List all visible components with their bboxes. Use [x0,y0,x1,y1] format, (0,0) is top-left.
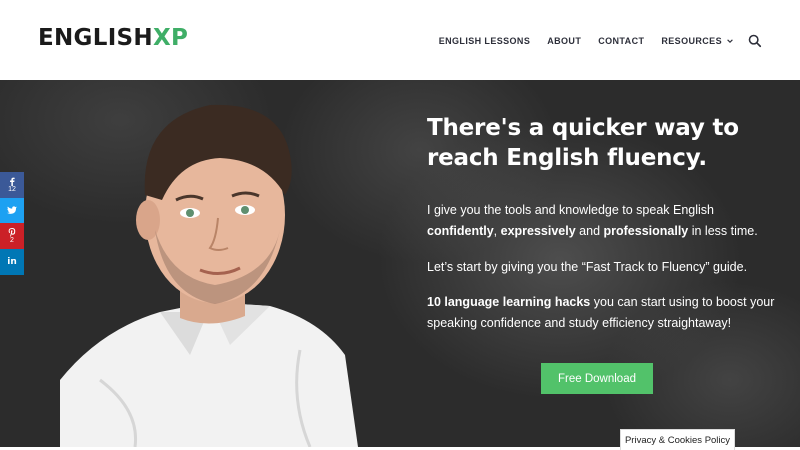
nav-resources-label: RESOURCES [661,36,722,46]
hero-intro-text: I give you the tools and knowledge to sp… [427,200,777,242]
logo-text-english: ENGLISH [38,25,153,51]
privacy-cookies-policy-tab[interactable]: Privacy & Cookies Policy [620,429,735,450]
intro-text-e: and [575,224,604,238]
site-header: ENGLISHXP ENGLISH LESSONS ABOUT CONTACT … [0,0,800,80]
site-logo[interactable]: ENGLISHXP [38,25,188,51]
hacks-bold: 10 language learning hacks [427,295,591,309]
social-share-bar: 12 2 in [0,172,24,275]
search-icon[interactable] [748,34,762,48]
portrait-photo [60,104,358,447]
main-nav: ENGLISH LESSONS ABOUT CONTACT RESOURCES [422,34,762,48]
nav-resources[interactable]: RESOURCES [661,36,734,46]
facebook-share-count: 12 [8,185,16,193]
chevron-down-icon [727,39,733,43]
facebook-share-button[interactable]: 12 [0,172,24,198]
intro-expressively: expressively [500,224,576,238]
free-download-button[interactable]: Free Download [541,363,653,394]
pinterest-icon [8,227,16,237]
nav-about[interactable]: ABOUT [547,36,581,46]
intro-text-a: I give you the tools and knowledge to sp… [427,203,714,217]
hero-headline: There's a quicker way to reach English f… [427,115,739,171]
facebook-icon [10,177,15,186]
hero-hacks-text: 10 language learning hacks you can start… [427,292,777,334]
nav-english-lessons[interactable]: ENGLISH LESSONS [439,36,531,46]
intro-confidently: confidently [427,224,494,238]
intro-text-g: in less time. [688,224,758,238]
pinterest-share-button[interactable]: 2 [0,223,24,249]
linkedin-share-button[interactable]: in [0,249,24,275]
linkedin-icon: in [7,256,17,267]
nav-contact[interactable]: CONTACT [598,36,644,46]
intro-text-c: , [493,224,501,238]
hero-section: There's a quicker way to reach English f… [0,80,800,447]
twitter-icon [7,206,17,214]
intro-professionally: professionally [603,224,689,238]
hero-guide-text: Let’s start by giving you the “Fast Trac… [427,260,748,274]
logo-text-xp: XP [152,25,189,51]
pinterest-share-count: 2 [10,236,14,244]
twitter-share-button[interactable] [0,198,24,223]
